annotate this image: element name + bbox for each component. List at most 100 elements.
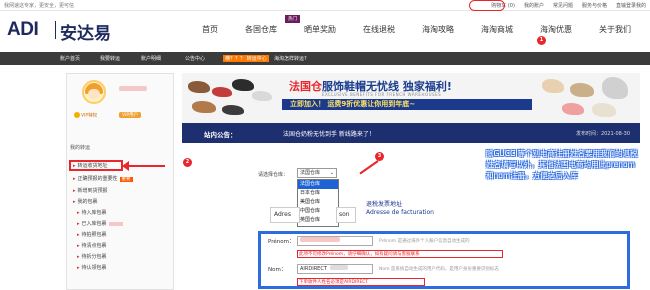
prenom-input[interactable] [297,236,373,246]
services-link[interactable]: 服务与价格 [582,2,607,9]
sidebar-item-split[interactable]: ▸ 待拆分包裹 [67,253,173,261]
banner-strip: 立即加入！ 运费9折优惠让你用到年底~ [282,99,532,110]
warehouse-option-uk[interactable]: 英国仓库 [298,216,338,225]
sidebar-item-photo[interactable]: ▸ 待拍照包裹 [67,231,173,239]
prenom-hint: Prénom 是通过海外个人账户信息自动生成的 [379,239,470,244]
arrow-line-2 [125,165,165,167]
chevron-right-icon: ▸ [73,199,76,205]
nom-input[interactable]: AIRDIRECT [297,264,373,274]
prenom-redacted [300,237,340,242]
sidebar-item-stored[interactable]: ▸ 已入库包裹 [67,220,173,228]
nav-mall[interactable]: 海淘商城 [481,24,513,35]
my-account-highlight [469,0,505,11]
nav-warehouses[interactable]: 各国仓库 [245,24,277,35]
vip-privileges-label: VIP特权 [81,113,98,119]
vip-privileges[interactable]: VIP特权 [74,112,97,119]
tab-address[interactable]: Adres [270,207,300,223]
subnav-statement[interactable]: 账户明细 [141,55,161,62]
sidebar-item-claim[interactable]: ▸ 待认领包裹 [67,264,173,272]
avatar[interactable] [82,80,106,104]
banner-title-red: 法国仓 [289,80,322,93]
subnav-transfer[interactable]: 我要转运 [100,55,120,62]
sidebar-item-forecast-label: 正确预报的重要性 [77,176,118,182]
warehouse-select[interactable]: 法国仓库 ⌄ [297,168,337,178]
nav-guide[interactable]: 海淘攻略 [422,24,454,35]
welcome-text: 我网速这专家，更安全，更可信 [4,3,75,9]
warehouse-option-china[interactable]: 中国仓库 [298,207,338,216]
warehouse-option-japan[interactable]: 日本仓库 [298,189,338,198]
chevron-right-icon: ▸ [77,265,80,271]
avatar-face [88,89,100,99]
sidebar-item-count[interactable]: ▸ 待清点包裹 [67,242,173,250]
sidebar-item-my-packages[interactable]: ▸ 我的包裹 [67,198,173,206]
warehouse-option-usa[interactable]: 美国仓库 [298,198,338,207]
chevron-right-icon: ▸ [73,176,76,182]
faq-link[interactable]: 常见问题 [553,2,573,9]
chevron-right-icon: ▸ [77,232,80,238]
shoe-image [252,91,272,101]
chevron-right-icon: ▸ [77,210,80,216]
prenom-warning-box [297,250,503,258]
logo-divider [55,21,56,39]
chevron-down-icon: ⌄ [329,170,334,176]
split-label: 待拆分包裹 [81,254,107,260]
logo-en[interactable]: ADI [7,19,39,41]
shoe-image [222,105,244,115]
subnav-account-home[interactable]: 账户首页 [60,55,80,62]
sidebar-item-forecast-importance[interactable]: ▸ 正确预报的重要性 重要 [67,175,173,183]
important-badge: 重要 [119,177,133,182]
photo-label: 待拍照包裹 [81,232,107,238]
warehouse-option-france[interactable]: 法国仓库 [298,180,338,189]
sidebar-item-pending-in[interactable]: ▸ 待入库包裹 [67,209,173,217]
main-nav: 首页 各国仓库 晒单奖励 在线退税 海淘攻略 海淘商城 海淘优惠 关于我们 [188,24,648,38]
username-redacted [119,86,147,91]
nom-value: AIRDIRECT [300,266,327,272]
top-utility-bar: 我网速这专家，更安全，更可信 购物车 (0) 我的账户 常见问题 服务与价格 直… [0,0,650,11]
count-redacted [108,221,123,226]
apparel-image [562,103,584,115]
nom-label: Nom： [268,267,287,273]
nav-tax-refund[interactable]: 在线退税 [363,24,395,35]
tab-person[interactable]: son [336,207,356,223]
chevron-right-icon: ▸ [73,188,76,194]
chevron-right-icon: ▸ [77,243,80,249]
banner-subtitle: EXCLUSIVE BENEFITS FOR FRENCH WAREHOUSES [322,92,442,97]
promo-banner[interactable]: 法国仓服饰鞋帽无忧线 独家福利! EXCLUSIVE BENEFITS FOR … [182,73,640,123]
notice-text[interactable]: 法国仓奶粉无忧到手 新线路来了！ [283,129,375,138]
user-box: VIP特权 VIP用户 [67,74,173,130]
apparel-image [602,77,628,99]
notice-date: 发布时间：2021-08-30 [575,131,630,137]
warehouse-dropdown: 法国仓库 日本仓库 美国仓库 中国仓库 英国仓库 [297,179,339,227]
shoe-image [192,101,216,113]
nav-about[interactable]: 关于我们 [599,24,631,35]
hot-badge: 热门 [285,15,300,23]
header: ADI 安达易 首页 各国仓库 晒单奖励 在线退税 海淘攻略 海淘商城 海淘优惠… [0,11,650,45]
nom-hint: Nom 是系统自动生成的用户代码，是用户身份重要识别标志 [379,267,499,272]
subnav-notice[interactable]: 公告中心 [185,55,205,62]
nav-home[interactable]: 首页 [202,24,218,35]
warehouse-selected-value: 法国仓库 [300,170,321,176]
logo-cn[interactable]: 安达易 [60,19,111,44]
nom-warning-box [297,278,425,286]
nav-reviews[interactable]: 晒单奖励 [304,24,336,35]
claim-label: 待认领包裹 [81,265,107,271]
top-links: 购物车 (0) 我的账户 常见问题 服务与价格 直输登录我的 [491,2,646,9]
login-link[interactable]: 直输登录我的 [616,2,646,9]
sidebar: VIP特权 VIP用户 我的转运 ▸ 转运收货地址 ▸ 正确预报的重要性 重要 ▸ 新增… [66,73,174,290]
my-account-link[interactable]: 我的账户 [524,2,544,9]
chevron-right-icon: ▸ [77,221,80,227]
vip-user-badge: VIP用户 [119,112,142,118]
prenom-label: Prénom： [268,239,295,245]
sidebar-item-my-packages-label: 我的包裹 [77,199,98,205]
count-label: 待清点包裹 [81,243,107,249]
marker-2: 2 [183,158,192,167]
page: 我网速这专家，更安全，更可信 购物车 (0) 我的账户 常见问题 服务与价格 直… [0,0,650,290]
address-form: Prénom： Prénom 是通过海外个人账户信息自动生成的 此项不可修改Pr… [258,231,630,289]
menu-section-my-transfer: 我的转运 [70,145,91,151]
apparel-image [570,83,594,97]
pending-in-label: 待入库包裹 [81,210,107,216]
sidebar-item-new-forecast[interactable]: ▸ 新增到货预报 [67,187,173,195]
vip-icon [74,112,80,118]
nav-deals[interactable]: 海淘优惠 [540,24,572,35]
subnav-howto[interactable]: 海淘怎样转运? [274,55,307,62]
